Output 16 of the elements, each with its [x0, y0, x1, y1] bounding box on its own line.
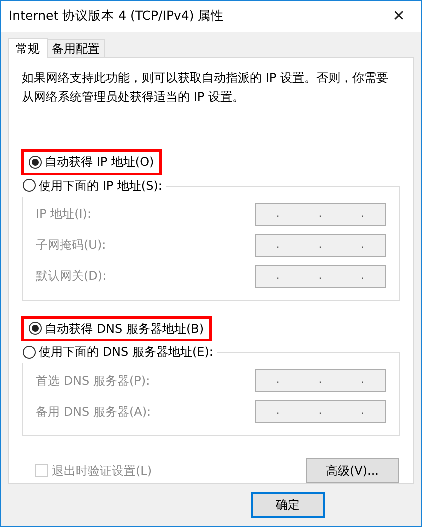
field-label: 默认网关(D):	[36, 268, 107, 285]
window-title: Internet 协议版本 4 (TCP/IPv4) 属性	[9, 7, 224, 26]
tab[interactable]: 备用配置	[47, 39, 105, 57]
radio-option[interactable]: 自动获得 IP 地址(O)	[24, 152, 160, 172]
radio-option[interactable]: 使用下面的 IP 地址(S):	[21, 174, 166, 196]
tab[interactable]: 常规	[8, 38, 48, 58]
radio-option[interactable]: 使用下面的 DNS 服务器地址(E):	[21, 341, 218, 363]
close-button[interactable]: ✕	[377, 1, 421, 32]
advanced-button[interactable]: 高级(V)...	[306, 458, 399, 483]
field-label: 子网掩码(U):	[36, 237, 106, 254]
field-label: IP 地址(I):	[36, 206, 92, 223]
description-text: 如果网络支持此功能，则可以获取自动指派的 IP 设置。否则，你需要从网络系统管理员处获得适当的 IP 设置。	[22, 70, 390, 106]
field-label: 备用 DNS 服务器(A):	[36, 404, 152, 420]
field-label: 首选 DNS 服务器(P):	[36, 372, 150, 390]
radio-option[interactable]: 自动获得 DNS 服务器地址(B)	[24, 318, 210, 339]
ok-button[interactable]: 确定	[251, 492, 325, 518]
